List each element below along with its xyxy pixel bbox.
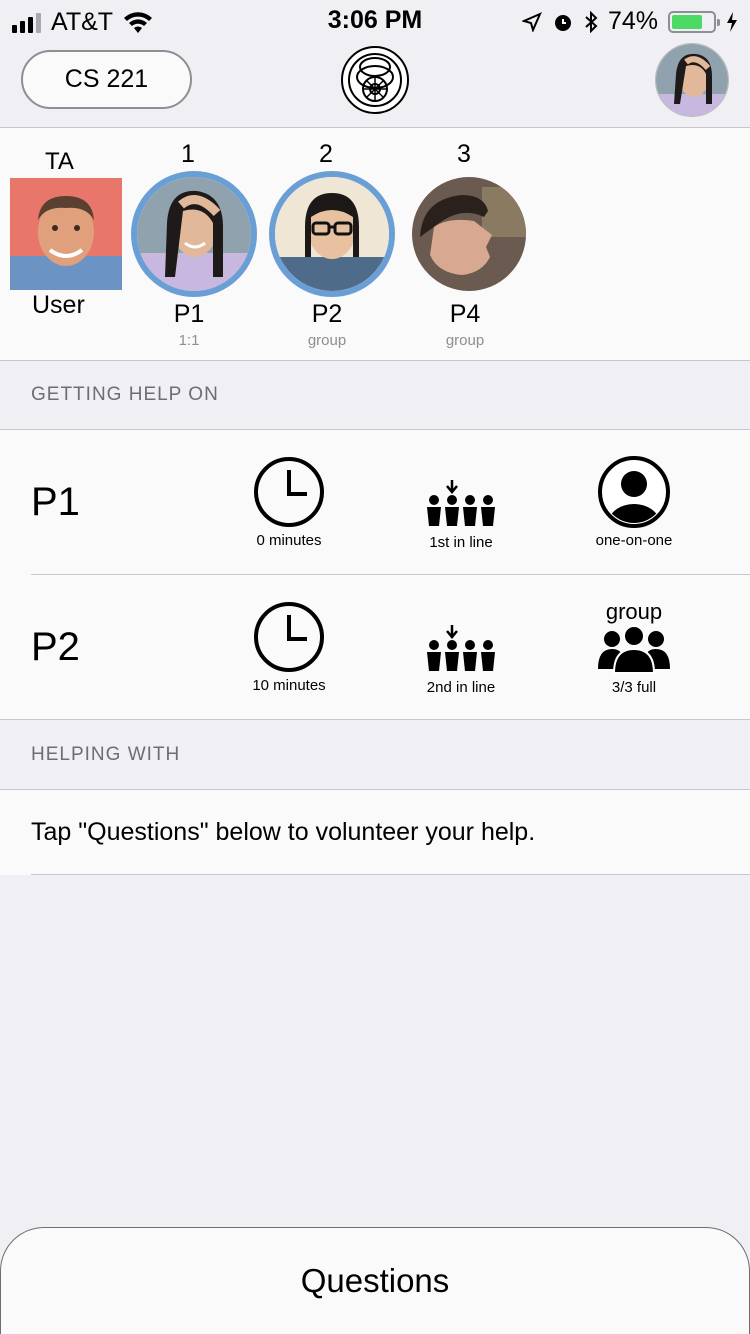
user-label: User: [32, 291, 85, 319]
queue-position: 3: [457, 140, 471, 168]
course-selector-button[interactable]: CS 221: [21, 50, 192, 109]
helping-with-list: Tap "Questions" below to volunteer your …: [0, 789, 750, 875]
charging-bolt-icon: [727, 11, 737, 32]
queue-line-icon: [427, 625, 495, 671]
queue-name: P4: [449, 300, 481, 328]
queue-type: 1:1: [178, 332, 200, 349]
queue-name: P2: [311, 300, 343, 328]
queue-avatar[interactable]: [269, 171, 395, 297]
alarm-clock-icon: [554, 14, 571, 31]
help-mode-metric: group 3/3 full: [554, 599, 714, 696]
app-logo-icon[interactable]: [340, 45, 410, 115]
queue-strip: TA User 1 P1 1:1 2 P2 group 3 P4 group: [0, 128, 750, 361]
queue-position: 1: [181, 140, 195, 168]
wait-time-metric: 10 minutes: [209, 601, 369, 694]
line-position-metric: 2nd in line: [381, 625, 541, 696]
help-mode-label: 3/3 full: [611, 679, 657, 696]
wait-time-label: 10 minutes: [252, 677, 326, 694]
user-avatar[interactable]: [10, 178, 122, 290]
help-mode-label: one-on-one: [595, 532, 673, 549]
queue-type: group: [445, 332, 485, 349]
help-row[interactable]: P1 0 minutes 1st in line one-on-one: [0, 430, 750, 575]
help-row[interactable]: P2 10 minutes 2nd in line group 3/3 full: [0, 575, 750, 720]
profile-avatar[interactable]: [655, 43, 729, 117]
wait-time-metric: 0 minutes: [209, 456, 369, 549]
clock-icon: [254, 457, 324, 527]
clock-icon: [254, 602, 324, 672]
line-position-metric: 1st in line: [381, 480, 541, 551]
section-header-getting-help: GETTING HELP ON: [0, 361, 750, 429]
queue-avatar[interactable]: [131, 171, 257, 297]
bluetooth-icon: [585, 10, 598, 33]
queue-position: 2: [319, 140, 333, 168]
status-bar: AT&T 3:06 PM 74%: [0, 0, 750, 40]
questions-button[interactable]: Questions: [0, 1227, 750, 1334]
section-header-helping-with: HELPING WITH: [0, 721, 750, 789]
ta-label: TA: [45, 148, 74, 175]
queue-name: P1: [173, 300, 205, 328]
help-mode-metric: one-on-one: [554, 456, 714, 549]
nav-bar: CS 221: [0, 40, 750, 128]
battery-percent: 74%: [607, 7, 658, 35]
queue-type: group: [307, 332, 347, 349]
wait-time-label: 0 minutes: [256, 532, 322, 549]
getting-help-list: P1 0 minutes 1st in line one-on-one P2 1…: [0, 429, 750, 720]
status-right: 74%: [521, 7, 738, 36]
queue-avatar[interactable]: [412, 177, 526, 291]
single-person-icon: [598, 456, 670, 528]
location-arrow-icon: [521, 11, 542, 32]
help-mode-title: group: [605, 599, 663, 624]
battery-icon: [668, 10, 720, 33]
help-row-name: P1: [31, 480, 80, 524]
helping-with-hint: Tap "Questions" below to volunteer your …: [31, 818, 536, 846]
help-row-name: P2: [31, 625, 80, 669]
group-icon: [598, 625, 670, 674]
line-position-label: 1st in line: [429, 534, 493, 551]
queue-line-icon: [427, 480, 495, 526]
line-position-label: 2nd in line: [426, 679, 496, 696]
